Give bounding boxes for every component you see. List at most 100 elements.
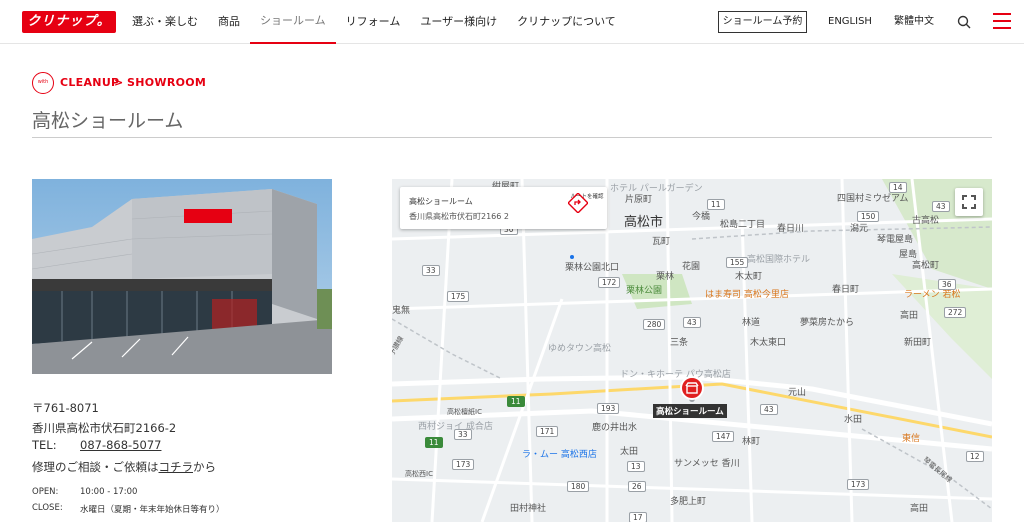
nav-about[interactable]: クリナップについて bbox=[507, 0, 626, 44]
map-label: 新田町 bbox=[904, 338, 932, 348]
route-shield: 12 bbox=[966, 451, 984, 462]
map-label: ホテル パールガーデン bbox=[610, 184, 703, 194]
map-label: 栗林公園 bbox=[626, 286, 663, 296]
map-label: 高松市 bbox=[624, 215, 664, 230]
map-label: 古高松 bbox=[912, 216, 940, 226]
fullscreen-button[interactable] bbox=[955, 188, 983, 216]
open-hours: 10:00 - 17:00 bbox=[80, 487, 138, 497]
search-icon[interactable] bbox=[957, 15, 971, 29]
map-label: 栗林 bbox=[656, 272, 675, 282]
nav-showroom[interactable]: ショールーム bbox=[250, 0, 336, 44]
route-shield: 26 bbox=[628, 481, 646, 492]
map-label: サンメッセ 香川 bbox=[674, 459, 740, 469]
nav-choose-enjoy[interactable]: 選ぶ・楽しむ bbox=[122, 0, 208, 44]
route-shield: 272 bbox=[944, 307, 967, 318]
route-shield: 173 bbox=[452, 459, 475, 470]
fullscreen-icon bbox=[962, 195, 976, 209]
map-label: 木太東口 bbox=[750, 338, 787, 348]
tel-link[interactable]: 087-868-5077 bbox=[80, 438, 161, 452]
lang-chinese-link[interactable]: 繁體中文 bbox=[894, 0, 934, 44]
breadcrumb-cleanup[interactable]: CLEANUP bbox=[60, 76, 119, 89]
infobox-title: 高松ショールーム bbox=[409, 197, 473, 206]
nav-products[interactable]: 商品 bbox=[208, 0, 250, 44]
map-label: 水田 bbox=[844, 415, 863, 425]
infobox-address: 香川県高松市伏石町2166 2 bbox=[409, 212, 509, 221]
map-label: 瓦町 bbox=[652, 237, 671, 247]
route-shield: 33 bbox=[422, 265, 440, 276]
map-label: 三条 bbox=[670, 338, 689, 348]
map-label: ラ・ムー 高松西店 bbox=[522, 450, 597, 460]
breadcrumb-showroom[interactable]: SHOWROOM bbox=[127, 76, 206, 89]
store-icon bbox=[685, 382, 699, 394]
showroom-building-photo bbox=[32, 179, 332, 374]
map-label: 林町 bbox=[742, 437, 761, 447]
map-label: 今橋 bbox=[692, 212, 711, 222]
hamburger-menu-icon[interactable] bbox=[993, 13, 1011, 29]
lang-english-link[interactable]: ENGLISH bbox=[828, 0, 872, 44]
route-shield: 11 bbox=[425, 437, 443, 448]
map-label: 田村神社 bbox=[510, 504, 547, 514]
map-label: 元山 bbox=[788, 388, 807, 398]
nav-users[interactable]: ユーザー様向け bbox=[410, 0, 507, 44]
map-label: 木太町 bbox=[735, 272, 763, 282]
map-label: 高松国際ホテル bbox=[747, 255, 811, 265]
directions-icon bbox=[568, 193, 588, 213]
route-shield: 33 bbox=[454, 429, 472, 440]
with-cleanup-badge[interactable]: with bbox=[32, 72, 54, 94]
route-shield: 280 bbox=[643, 319, 666, 330]
map-label: 琴電屋島 bbox=[877, 235, 914, 245]
map-label: 花園 bbox=[682, 262, 701, 272]
map-label: 東信 bbox=[902, 434, 921, 444]
map-label: 松島二丁目 bbox=[720, 220, 766, 230]
cleanup-logo[interactable]: クリナップ。 bbox=[22, 11, 116, 33]
map-info-box: 高松ショールーム 香川県高松市伏石町2166 2 ルートを確認 bbox=[400, 187, 607, 229]
map-label: 太田 bbox=[620, 447, 639, 457]
map-label: 鬼無 bbox=[392, 306, 411, 316]
route-shield: 173 bbox=[847, 479, 870, 490]
page-title: 高松ショールーム bbox=[32, 110, 184, 132]
route-shield: 172 bbox=[598, 277, 621, 288]
open-label: OPEN: bbox=[32, 487, 59, 497]
map-label: 鹿の井出水 bbox=[592, 423, 638, 433]
postal-code: 〒761-8071 bbox=[32, 401, 99, 415]
directions-button[interactable]: ルートを確認 bbox=[568, 192, 606, 226]
route-shield: 180 bbox=[567, 481, 590, 492]
route-shield: 171 bbox=[536, 426, 559, 437]
tel-label: TEL: bbox=[32, 438, 57, 452]
route-shield: 150 bbox=[857, 211, 880, 222]
map-label: 高松町 bbox=[912, 261, 940, 271]
route-shield: 13 bbox=[627, 461, 645, 472]
site-header: クリナップ。 選ぶ・楽しむ 商品 ショールーム リフォーム ユーザー様向け クリ… bbox=[0, 0, 1024, 44]
close-days: 水曜日（夏期・年末年始休日等有り） bbox=[80, 505, 225, 515]
route-shield: 147 bbox=[712, 431, 735, 442]
global-nav: 選ぶ・楽しむ 商品 ショールーム リフォーム ユーザー様向け クリナップについて bbox=[122, 0, 626, 44]
map-label: 春日町 bbox=[832, 285, 860, 295]
route-shield: 11 bbox=[507, 396, 525, 407]
map-label: はま寿司 高松今里店 bbox=[705, 290, 789, 300]
route-shield: 43 bbox=[932, 201, 950, 212]
title-divider bbox=[32, 137, 992, 138]
map-label: ドン・キホーテ パウ高松店 bbox=[620, 370, 731, 380]
repair-link[interactable]: コチラ bbox=[159, 460, 194, 474]
map-label: 片原町 bbox=[625, 195, 653, 205]
map-label: ゆめタウン高松 bbox=[548, 344, 612, 354]
route-shield: 14 bbox=[889, 182, 907, 193]
route-shield: 17 bbox=[629, 512, 647, 522]
route-shield: 193 bbox=[597, 403, 620, 414]
google-map[interactable]: 紺屋町 ホテル パールガーデン 四国村ミウゼアム 高松市 片原町 今橋 松島二丁… bbox=[392, 179, 992, 522]
map-pin-label: 高松ショールーム bbox=[653, 404, 727, 418]
map-label: 多肥上町 bbox=[670, 497, 707, 507]
repair-text-post: から bbox=[193, 460, 216, 474]
route-shield: 36 bbox=[938, 279, 956, 290]
route-shield: 155 bbox=[726, 257, 749, 268]
map-base bbox=[392, 179, 992, 522]
repair-text: 修理のご相談・ご依頼はコチラから bbox=[32, 459, 216, 475]
map-label: 高松檀紙IC bbox=[447, 408, 482, 416]
nav-reform[interactable]: リフォーム bbox=[336, 0, 411, 44]
map-label: 栗林公園北口 bbox=[565, 263, 620, 273]
route-shield: 175 bbox=[447, 291, 470, 302]
map-label: 高松西IC bbox=[405, 470, 433, 478]
address: 香川県高松市伏石町2166-2 bbox=[32, 421, 177, 435]
showroom-map-pin-icon[interactable] bbox=[680, 376, 704, 400]
showroom-reserve-button[interactable]: ショールーム予約 bbox=[718, 11, 807, 33]
